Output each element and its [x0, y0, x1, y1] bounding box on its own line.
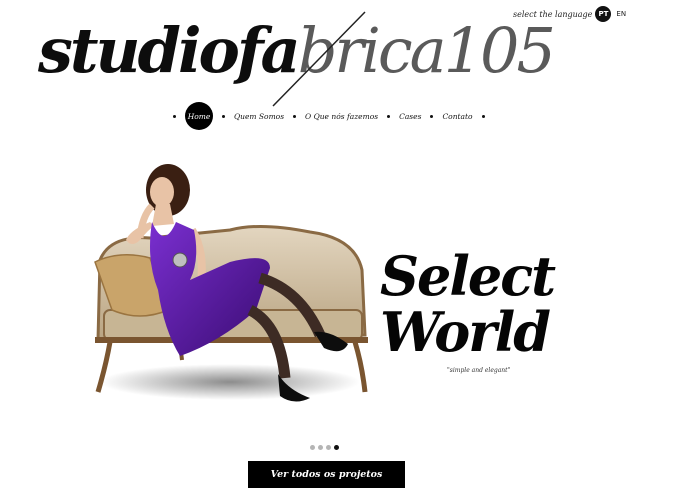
hero-headline: Select World [380, 244, 556, 364]
nav-separator [293, 114, 297, 118]
nav-separator [387, 114, 391, 118]
main-nav: Home Quem Somos O Que nós fazemos Cases … [164, 102, 494, 130]
view-all-projects-button[interactable]: Ver todos os projetos [248, 461, 405, 488]
nav-separator [430, 114, 434, 118]
slider-pagination [310, 445, 339, 450]
nav-separator [222, 114, 225, 118]
headline-line-1: Select [380, 244, 556, 308]
logo-part-studiofa: studiofa [38, 14, 301, 87]
nav-separator [173, 114, 176, 118]
nav-item-home[interactable]: Home [185, 102, 213, 130]
slider-dot-2[interactable] [318, 445, 323, 450]
nav-item-contato[interactable]: Contato [442, 112, 472, 121]
hero-tagline: "simple and elegant" [447, 367, 511, 374]
nav-item-o-que-fazemos[interactable]: O Que nós fazemos [305, 112, 378, 121]
logo-slash [272, 11, 366, 107]
headline-line-2: World [380, 300, 551, 364]
slider-dot-1[interactable] [310, 445, 315, 450]
hero-image [94, 164, 368, 402]
nav-separator [481, 114, 485, 118]
nav-item-quem-somos[interactable]: Quem Somos [234, 112, 284, 121]
slider-dot-3[interactable] [326, 445, 331, 450]
nav-item-cases[interactable]: Cases [399, 112, 421, 121]
slider-dot-4-active[interactable] [334, 445, 339, 450]
